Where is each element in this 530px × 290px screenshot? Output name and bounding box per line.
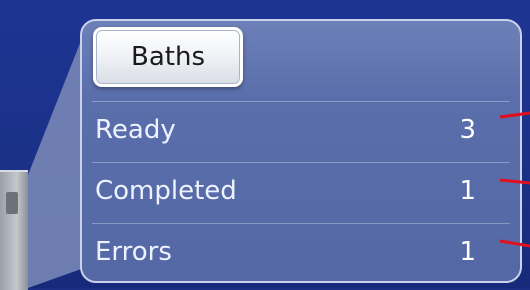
device-stub [0, 170, 28, 290]
status-row-errors: Errors 1 [82, 223, 520, 281]
status-row-value: 1 [459, 237, 476, 267]
status-row-label: Ready [95, 115, 176, 145]
baths-button[interactable]: Baths [93, 27, 243, 87]
status-row-value: 3 [459, 115, 476, 145]
status-row-label: Completed [95, 176, 237, 206]
baths-status-panel: Baths Ready 3 Completed 1 Errors 1 [80, 19, 522, 283]
status-row-value: 1 [459, 176, 476, 206]
status-row-label: Errors [95, 237, 172, 267]
status-row-completed: Completed 1 [82, 162, 520, 220]
status-row-ready: Ready 3 [82, 101, 520, 159]
panel-header: Baths [82, 21, 520, 101]
